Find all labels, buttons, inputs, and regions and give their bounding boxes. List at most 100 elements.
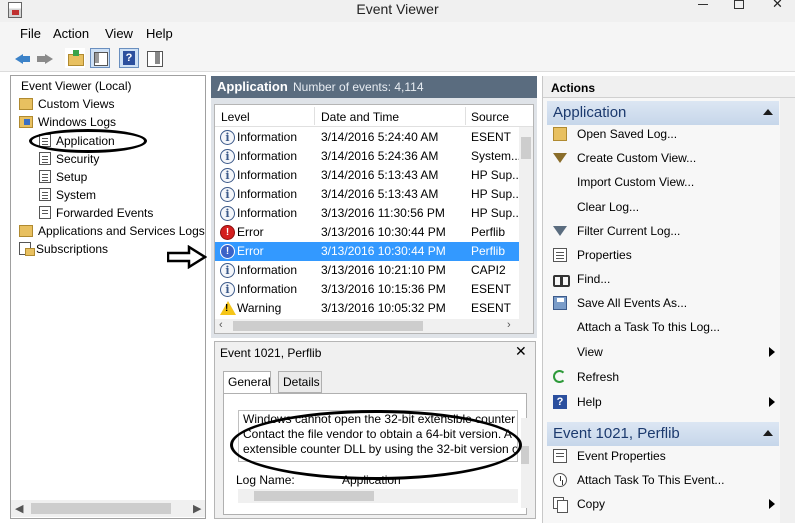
collapse-icon[interactable] <box>763 109 773 115</box>
help-icon <box>553 395 567 409</box>
help-icon[interactable] <box>119 48 139 68</box>
subscriptions-icon <box>19 242 35 256</box>
tree-item-setup[interactable]: Setup <box>39 168 87 186</box>
event-level: Error <box>237 244 264 258</box>
event-detail-pane: Event 1021, Perflib ✕ General Details Wi… <box>214 341 536 519</box>
event-row[interactable]: Information 3/14/2016 5:24:36 AM System... <box>215 147 521 166</box>
close-button[interactable]: ✕ <box>760 0 795 10</box>
menu-file[interactable]: File <box>20 26 41 41</box>
event-date: 3/13/2016 10:21:10 PM <box>321 263 446 277</box>
tree-horizontal-scrollbar[interactable]: ◀ ▶ <box>11 500 205 517</box>
detail-vertical-scrollbar[interactable] <box>521 418 529 508</box>
column-source[interactable]: Source <box>471 110 509 124</box>
scroll-left-icon[interactable]: ‹ <box>219 319 223 331</box>
event-row[interactable]: Information 3/14/2016 5:24:40 AM ESENT <box>215 128 519 147</box>
save-icon <box>553 296 567 310</box>
actions-section-application[interactable]: Application <box>547 101 779 125</box>
folder-icon <box>19 98 33 110</box>
tree-item-applications-and-services-logs[interactable]: Applications and Services Logs <box>19 222 205 240</box>
event-row[interactable]: Information 3/13/2016 10:15:36 PM ESENT <box>215 280 519 299</box>
tree-item-system[interactable]: System <box>39 186 96 204</box>
back-arrow-icon[interactable] <box>12 48 32 68</box>
action-pane-icon[interactable] <box>144 48 164 68</box>
list-horizontal-scrollbar[interactable]: ‹ › <box>215 319 533 333</box>
event-row[interactable]: Warning 3/13/2016 10:05:32 PM ESENT <box>215 299 519 318</box>
filter-icon <box>553 153 567 163</box>
submenu-arrow-icon <box>769 397 775 407</box>
tree-item-windows-logs[interactable]: Windows Logs <box>19 113 116 131</box>
tab-details[interactable]: Details <box>278 371 322 393</box>
minimize-button[interactable] <box>692 0 716 10</box>
event-source: ESENT <box>471 282 512 296</box>
detail-title: Event 1021, Perflib <box>220 346 322 360</box>
actions-vertical-scrollbar[interactable] <box>780 98 795 523</box>
scroll-left-icon[interactable]: ◀ <box>15 502 23 515</box>
title-bar: Event Viewer ✕ <box>0 0 795 22</box>
event-date: 3/13/2016 10:30:44 PM <box>321 244 446 258</box>
event-level: Information <box>237 282 298 296</box>
event-level: Information <box>237 206 298 220</box>
list-vertical-scrollbar[interactable] <box>519 127 533 319</box>
column-date-and-time[interactable]: Date and Time <box>321 110 399 124</box>
collapse-icon[interactable] <box>763 430 773 436</box>
event-source: HP Sup... <box>471 187 523 201</box>
scroll-right-icon[interactable]: ▶ <box>193 502 201 515</box>
error-icon <box>220 244 235 259</box>
event-row[interactable]: Information 3/13/2016 11:30:56 PM HP Sup..… <box>215 204 523 223</box>
event-level: Information <box>237 263 298 277</box>
event-level: Information <box>237 187 298 201</box>
log-name: Application <box>217 79 288 94</box>
event-row[interactable]: Error 3/13/2016 10:30:44 PM Perflib <box>215 223 519 242</box>
event-date: 3/13/2016 10:05:32 PM <box>321 301 446 315</box>
tree-item-event-viewer-local[interactable]: Event Viewer (Local) <box>21 77 132 95</box>
information-icon <box>220 263 235 278</box>
folder-icon[interactable] <box>65 48 85 68</box>
event-row[interactable]: Information 3/13/2016 10:21:10 PM CAPI2 <box>215 261 519 280</box>
actions-section-event[interactable]: Event 1021, Perflib <box>547 422 779 446</box>
event-level: Warning <box>237 301 282 315</box>
actions-header: Actions <box>543 76 795 98</box>
tree-item-subscriptions[interactable]: Subscriptions <box>19 240 108 258</box>
submenu-arrow-icon <box>769 347 775 357</box>
menu-bar: File Action View Help <box>0 22 795 44</box>
submenu-arrow-icon <box>769 499 775 509</box>
scroll-thumb[interactable] <box>233 321 423 331</box>
annotation-ellipse <box>29 129 147 153</box>
tree-item-forwarded-events[interactable]: Forwarded Events <box>39 204 153 222</box>
detail-horizontal-scrollbar[interactable] <box>238 489 518 503</box>
menu-action[interactable]: Action <box>53 26 89 41</box>
information-icon <box>220 168 235 183</box>
log-icon <box>39 170 51 183</box>
column-level[interactable]: Level <box>221 110 250 124</box>
log-icon <box>39 206 51 219</box>
folder-icon <box>19 225 33 237</box>
event-row[interactable]: Information 3/14/2016 5:13:43 AM HP Sup... <box>215 185 523 204</box>
open-log-icon <box>553 127 567 141</box>
information-icon <box>220 187 235 202</box>
menu-help[interactable]: Help <box>146 26 173 41</box>
tab-general[interactable]: General <box>223 371 271 394</box>
forward-arrow-icon[interactable] <box>35 48 55 68</box>
annotation-ellipse <box>230 410 522 480</box>
event-row[interactable]: Information 3/14/2016 5:13:43 AM HP Sup... <box>215 166 523 185</box>
event-row[interactable]: Error 3/13/2016 10:30:44 PM Perflib <box>215 242 519 261</box>
task-icon <box>553 473 567 487</box>
windows-folder-icon <box>19 116 33 128</box>
event-source: HP Sup... <box>471 206 523 220</box>
scroll-thumb[interactable] <box>31 503 171 514</box>
list-header: Level Date and Time Source <box>215 105 533 127</box>
event-count: Number of events: 4,114 <box>293 80 424 94</box>
scroll-thumb[interactable] <box>521 137 531 159</box>
event-source: HP Sup... <box>471 168 523 182</box>
close-icon[interactable]: ✕ <box>515 343 527 360</box>
event-date: 3/13/2016 10:15:36 PM <box>321 282 446 296</box>
general-tab-body: Windows cannot open the 32-bit extensibl… <box>223 393 529 515</box>
tree-item-custom-views[interactable]: Custom Views <box>19 95 114 113</box>
show-pane-icon[interactable] <box>90 48 110 68</box>
maximize-button[interactable] <box>732 0 744 10</box>
event-date: 3/14/2016 5:24:40 AM <box>321 130 439 144</box>
event-level: Information <box>237 130 298 144</box>
menu-view[interactable]: View <box>105 26 133 41</box>
scroll-right-icon[interactable]: › <box>507 319 511 331</box>
error-icon <box>220 225 235 240</box>
